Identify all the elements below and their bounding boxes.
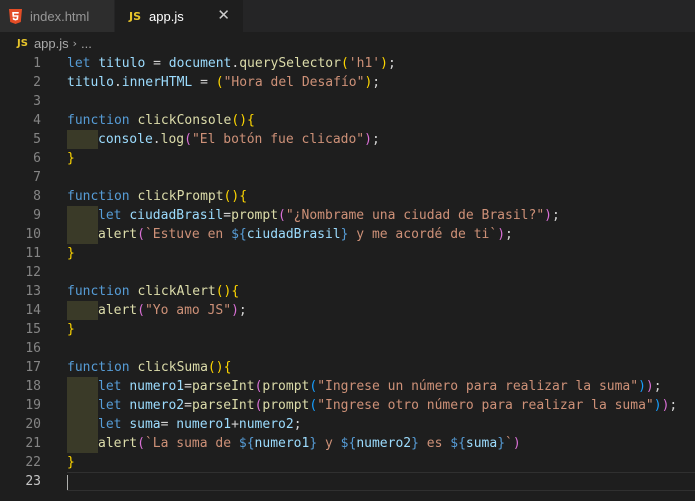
breadcrumb-file[interactable]: app.js xyxy=(34,36,69,51)
js-icon: JS xyxy=(17,37,28,49)
indent-guide xyxy=(67,377,98,396)
code-line: 15} xyxy=(0,320,695,339)
tab-bar: index.html JS app.js ✕ xyxy=(0,0,695,32)
code-line: 1 let titulo = document.querySelector('h1… xyxy=(0,54,695,73)
code-line: 8 function clickPrompt(){ xyxy=(0,187,695,206)
code-line: 3 xyxy=(0,92,695,111)
code-line: 13 function clickAlert(){ xyxy=(0,282,695,301)
text-cursor xyxy=(67,475,68,490)
code-line: 2 titulo.innerHTML = ("Hora del Desafío")… xyxy=(0,73,695,92)
indent-guide xyxy=(67,434,98,453)
code-line: 9 let ciudadBrasil=prompt("¿Nombrame una … xyxy=(0,206,695,225)
current-line: 23 xyxy=(0,472,695,491)
line-number: 22 xyxy=(25,455,41,470)
line-number: 12 xyxy=(25,265,41,280)
tab-index-html[interactable]: index.html xyxy=(0,0,115,32)
tab-label: app.js xyxy=(149,8,184,24)
line-number: 6 xyxy=(33,151,41,166)
code-editor[interactable]: 1 let titulo = document.querySelector('h1… xyxy=(0,54,695,501)
code-line: 18 let numero1=parseInt(prompt("Ingrese u… xyxy=(0,377,695,396)
code-line: 21 alert(`La suma de ${numero1} y ${numer… xyxy=(0,434,695,453)
line-number: 17 xyxy=(25,360,41,375)
line-number: 16 xyxy=(25,341,41,356)
line-number: 21 xyxy=(25,436,41,451)
indent-guide xyxy=(67,130,98,149)
editor-window: index.html JS app.js ✕ JS app.js › ... 1… xyxy=(0,0,695,501)
line-number: 8 xyxy=(33,189,41,204)
code-line: 4 function clickConsole(){ xyxy=(0,111,695,130)
indent-guide xyxy=(67,415,98,434)
code-line: 14 alert("Yo amo JS"); xyxy=(0,301,695,320)
code-line: 20 let suma= numero1+numero2; xyxy=(0,415,695,434)
line-number: 9 xyxy=(33,208,41,223)
line-number: 23 xyxy=(25,474,41,489)
indent-guide xyxy=(67,396,98,415)
line-number: 15 xyxy=(25,322,41,337)
indent-guide xyxy=(67,206,98,225)
line-number: 10 xyxy=(25,227,41,242)
tab-app-js[interactable]: JS app.js ✕ xyxy=(115,0,243,32)
code-line: 19 let numero2=parseInt(prompt("Ingrese o… xyxy=(0,396,695,415)
code-line: 12 xyxy=(0,263,695,282)
line-number: 20 xyxy=(25,417,41,432)
indent-guide xyxy=(67,301,98,320)
line-number: 7 xyxy=(33,170,41,185)
html5-icon xyxy=(9,8,22,24)
close-icon[interactable]: ✕ xyxy=(217,7,230,24)
code-line: 10 alert(`Estuve en ${ciudadBrasil} y me … xyxy=(0,225,695,244)
code-line: 22} xyxy=(0,453,695,472)
chevron-right-icon: › xyxy=(72,36,78,50)
js-icon: JS xyxy=(129,9,142,23)
code-line: 7 xyxy=(0,168,695,187)
code-line: 6} xyxy=(0,149,695,168)
line-number: 2 xyxy=(33,75,41,90)
line-number: 1 xyxy=(33,56,41,71)
code-line: 17 function clickSuma(){ xyxy=(0,358,695,377)
line-number: 5 xyxy=(33,132,41,147)
breadcrumb: JS app.js › ... xyxy=(0,32,695,54)
line-number: 14 xyxy=(25,303,41,318)
code-line: 11} xyxy=(0,244,695,263)
code-line: 16 xyxy=(0,339,695,358)
line-number: 19 xyxy=(25,398,41,413)
line-number: 4 xyxy=(33,113,41,128)
indent-guide xyxy=(67,225,98,244)
line-number: 18 xyxy=(25,379,41,394)
code-line: 5 console.log("El botón fue clicado"); xyxy=(0,130,695,149)
breadcrumb-more[interactable]: ... xyxy=(81,36,92,51)
line-number: 3 xyxy=(33,94,41,109)
line-number: 11 xyxy=(25,246,41,261)
tab-label: index.html xyxy=(30,8,90,24)
line-number: 13 xyxy=(25,284,41,299)
